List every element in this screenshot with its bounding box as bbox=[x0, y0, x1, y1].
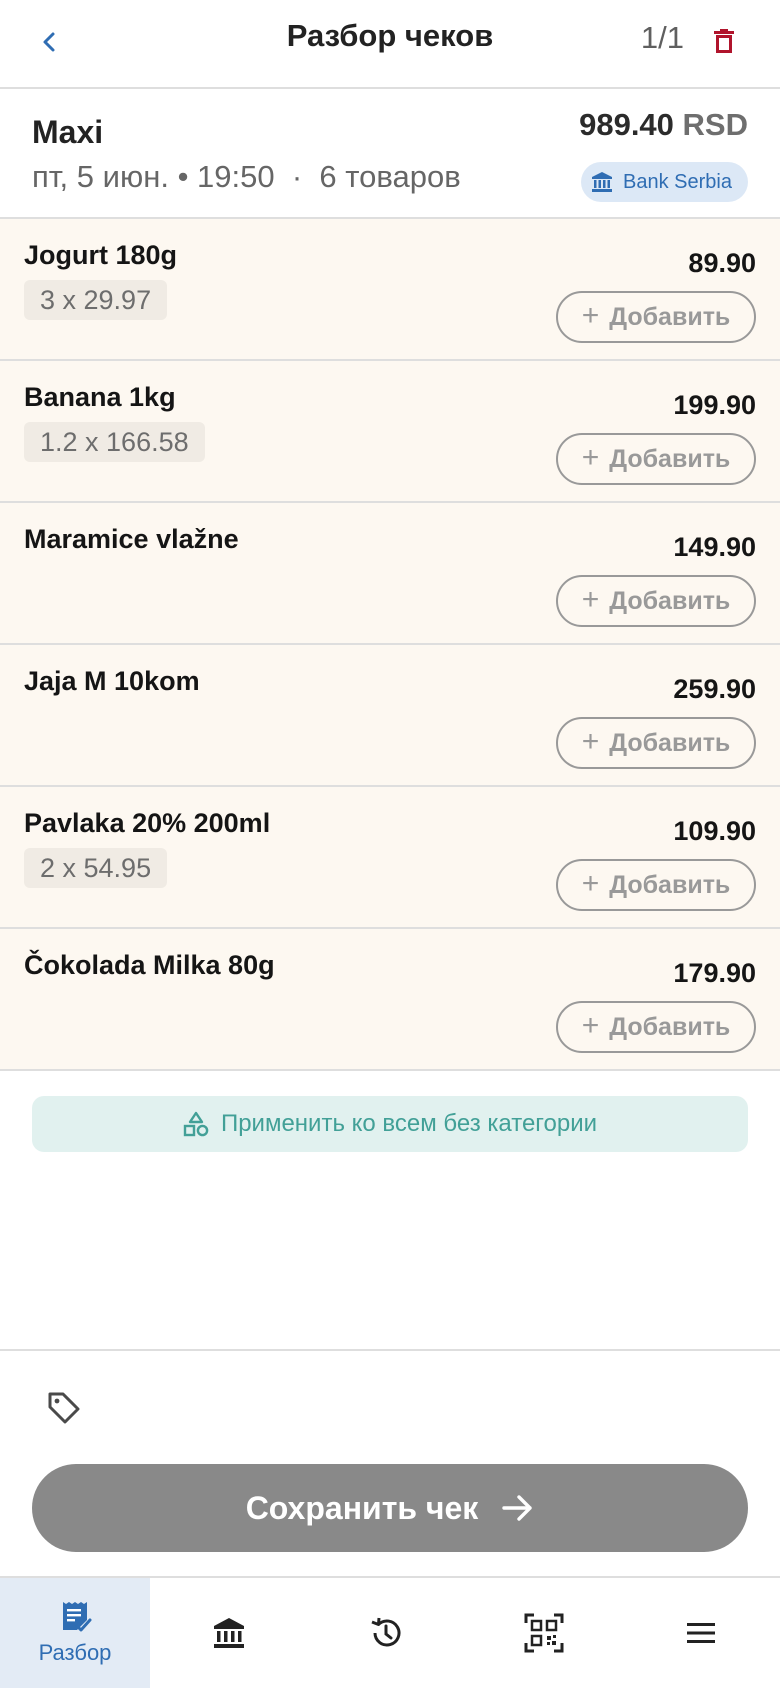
nav-item-menu[interactable] bbox=[623, 1578, 780, 1688]
add-category-button[interactable]: + Добавить bbox=[556, 433, 756, 485]
add-category-button[interactable]: + Добавить bbox=[556, 575, 756, 627]
divider bbox=[0, 1349, 780, 1351]
item-name: Banana 1kg bbox=[24, 382, 176, 412]
receipt-time: 19:50 bbox=[197, 159, 275, 194]
bank-icon bbox=[592, 172, 613, 192]
receipt-review-icon bbox=[63, 1602, 92, 1632]
nav-item-bank[interactable] bbox=[150, 1578, 308, 1688]
plus-icon: + bbox=[581, 1008, 600, 1042]
plus-icon: + bbox=[581, 298, 600, 332]
plus-icon: + bbox=[581, 724, 600, 758]
receipt-item: Jogurt 180g 3 x 29.97 89.90 + Добавить bbox=[0, 219, 780, 361]
page-counter: 1/1 bbox=[640, 20, 684, 55]
item-name: Jaja M 10kom bbox=[24, 666, 200, 696]
tag-button[interactable] bbox=[40, 1384, 88, 1432]
receipt-item: Maramice vlažne 149.90 + Добавить bbox=[0, 503, 780, 645]
add-button-label: Добавить bbox=[609, 444, 731, 473]
add-category-button[interactable]: + Добавить bbox=[556, 1001, 756, 1053]
plus-icon: + bbox=[581, 440, 600, 474]
item-price: 149.90 bbox=[673, 532, 756, 562]
apply-to-all-label: Применить ко всем без категории bbox=[220, 1110, 598, 1137]
trash-icon bbox=[714, 29, 734, 53]
category-shapes-icon bbox=[183, 1111, 209, 1137]
bottom-navigation: Разбор bbox=[0, 1576, 780, 1688]
item-price: 199.90 bbox=[673, 390, 756, 420]
add-button-label: Добавить bbox=[609, 586, 731, 615]
item-quantity: 3 x 29.97 bbox=[24, 280, 168, 320]
item-name: Pavlaka 20% 200ml bbox=[24, 808, 271, 838]
receipt-item: Pavlaka 20% 200ml 2 x 54.95 109.90 + Доб… bbox=[0, 787, 780, 929]
add-button-label: Добавить bbox=[609, 302, 731, 331]
total-currency: RSD bbox=[682, 107, 748, 142]
add-category-button[interactable]: + Добавить bbox=[556, 291, 756, 343]
total-amount: 989.40 bbox=[579, 107, 674, 142]
receipt-summary: Maxi пт, 5 июн. • 19:50 · 6 товаров 989.… bbox=[0, 89, 780, 219]
nav-label-review: Разбор bbox=[38, 1640, 112, 1665]
bank-name: Bank Serbia bbox=[623, 170, 732, 193]
item-price: 109.90 bbox=[673, 816, 756, 846]
qr-code-icon bbox=[524, 1613, 564, 1653]
item-price: 179.90 bbox=[673, 958, 756, 988]
store-name: Maxi bbox=[32, 114, 104, 150]
item-price: 259.90 bbox=[673, 674, 756, 704]
receipt-item: Banana 1kg 1.2 x 166.58 199.90 + Добавит… bbox=[0, 361, 780, 503]
nav-item-review[interactable]: Разбор bbox=[0, 1578, 150, 1688]
add-button-label: Добавить bbox=[609, 870, 731, 899]
menu-icon bbox=[687, 1623, 716, 1643]
save-button-label: Сохранить чек bbox=[245, 1489, 479, 1526]
save-receipt-button[interactable]: Сохранить чек bbox=[32, 1464, 748, 1552]
add-button-label: Добавить bbox=[609, 1012, 731, 1041]
item-name: Jogurt 180g bbox=[24, 240, 178, 270]
arrow-right-icon bbox=[502, 1495, 533, 1521]
receipt-total: 989.40 RSD bbox=[579, 107, 748, 143]
meta-separator: · bbox=[291, 159, 303, 194]
app-header: Разбор чеков 1/1 bbox=[0, 0, 780, 89]
receipt-item: Jaja M 10kom 259.90 + Добавить bbox=[0, 645, 780, 787]
add-category-button[interactable]: + Добавить bbox=[556, 859, 756, 911]
item-quantity: 1.2 x 166.58 bbox=[24, 422, 205, 462]
receipt-date: пт, 5 июн. bbox=[32, 159, 169, 194]
receipt-item-count: 6 товаров bbox=[319, 159, 461, 194]
plus-icon: + bbox=[581, 866, 600, 900]
apply-to-all-button[interactable]: Применить ко всем без категории bbox=[32, 1096, 748, 1152]
item-quantity: 2 x 54.95 bbox=[24, 848, 168, 888]
item-price: 89.90 bbox=[688, 248, 756, 278]
receipt-meta: пт, 5 июн. • 19:50 · 6 товаров bbox=[32, 159, 461, 195]
bank-icon bbox=[213, 1618, 244, 1648]
receipt-items-list: Jogurt 180g 3 x 29.97 89.90 + Добавить B… bbox=[0, 219, 780, 1071]
item-name: Maramice vlažne bbox=[24, 524, 239, 554]
nav-item-history[interactable] bbox=[308, 1578, 466, 1688]
meta-bullet: • bbox=[177, 159, 189, 194]
add-button-label: Добавить bbox=[609, 728, 731, 757]
bank-badge[interactable]: Bank Serbia bbox=[581, 162, 748, 202]
item-name: Čokolada Milka 80g bbox=[24, 950, 275, 980]
nav-item-qr-scan[interactable] bbox=[465, 1578, 623, 1688]
delete-button[interactable] bbox=[704, 22, 744, 62]
plus-icon: + bbox=[581, 582, 600, 616]
receipt-item: Čokolada Milka 80g 179.90 + Добавить bbox=[0, 929, 780, 1071]
tag-icon bbox=[48, 1392, 80, 1424]
add-category-button[interactable]: + Добавить bbox=[556, 717, 756, 769]
history-icon bbox=[371, 1617, 401, 1647]
